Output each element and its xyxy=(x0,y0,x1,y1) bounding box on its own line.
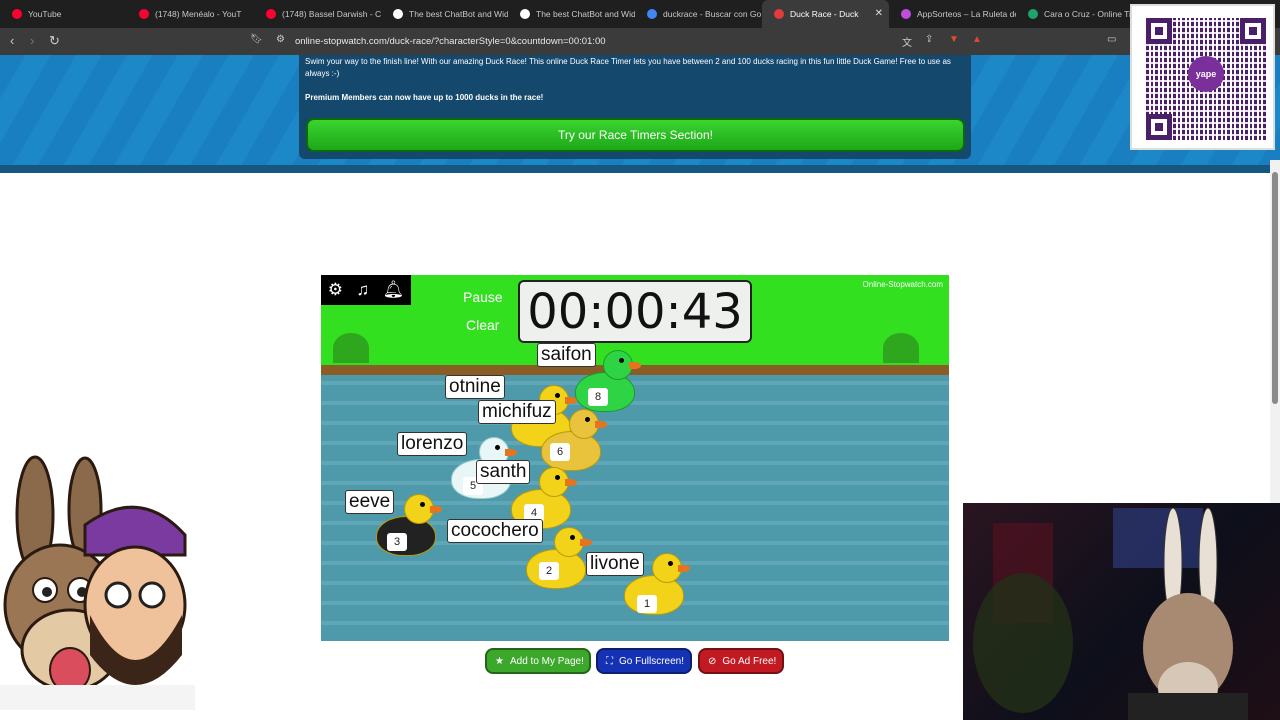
intro-text: Swim your way to the finish line! With o… xyxy=(305,57,951,78)
share-icon[interactable]: ⇪ xyxy=(925,34,933,45)
duck-number: 8 xyxy=(588,388,608,406)
tab-favicon-icon xyxy=(139,9,149,19)
bookmark-icon[interactable]: 🔖︎ xyxy=(250,34,263,45)
ad-free-button[interactable]: ⊘ Go Ad Free! xyxy=(698,648,784,674)
tab-5[interactable]: duckrace - Buscar con Go xyxy=(635,0,762,28)
tab-4[interactable]: The best ChatBot and Wid xyxy=(508,0,635,28)
site-info-icon[interactable]: ⚙︎ xyxy=(276,34,285,45)
duck-number: 3 xyxy=(387,533,407,551)
duck-name-tag: lorenzo xyxy=(397,432,468,456)
add-to-page-button[interactable]: ★ Add to My Page! xyxy=(485,648,591,674)
brave-shield-icon[interactable]: ▼ xyxy=(949,34,959,45)
pause-button[interactable]: Pause xyxy=(463,289,503,305)
duck-name-tag: otnine xyxy=(445,375,505,399)
duck-name-tag: saifon xyxy=(537,343,596,367)
fullscreen-icon: ⛶ xyxy=(606,655,613,667)
duck-name-tag: michifuz xyxy=(478,400,556,424)
tab-strip: YouTube (1748) Menéalo - YouT (1748) Basse… xyxy=(0,0,1280,28)
tab-label: Duck Race - Duck xyxy=(790,9,859,19)
sidebar-icon[interactable]: ▭ xyxy=(1107,34,1116,45)
qr-code: yape xyxy=(1130,4,1275,150)
fullscreen-button[interactable]: ⛶ Go Fullscreen! xyxy=(596,648,692,674)
yape-logo: yape xyxy=(1188,56,1224,92)
tab-favicon-icon xyxy=(520,9,530,19)
back-icon[interactable]: ‹ xyxy=(10,33,14,48)
no-ads-icon: ⊘ xyxy=(708,655,717,667)
tab-favicon-icon xyxy=(393,9,403,19)
tab-label: AppSorteos – La Ruleta de xyxy=(917,9,1016,19)
tab-label: duckrace - Buscar con Go xyxy=(663,9,762,19)
game-controls: ⚙ ♫ 🔔︎ xyxy=(321,275,411,305)
tab-label: The best ChatBot and Wid xyxy=(409,9,508,19)
duck-name-tag: santh xyxy=(476,460,531,484)
tab-favicon-icon xyxy=(647,9,657,19)
tab-label: (1748) Bassel Darwish - Cr xyxy=(282,9,381,19)
brand-logo: Online-Stopwatch.com xyxy=(862,280,943,289)
tab-0[interactable]: YouTube xyxy=(0,0,127,28)
duck-race-game[interactable]: ⚙ ♫ 🔔︎ Pause Clear 00:00:43 Online-Stopw… xyxy=(321,275,949,641)
bush xyxy=(333,333,369,363)
duck-name-tag: eeve xyxy=(345,490,395,514)
tab-1[interactable]: (1748) Menéalo - YouT xyxy=(127,0,254,28)
tab-3[interactable]: The best ChatBot and Wid xyxy=(381,0,508,28)
header-divider xyxy=(0,165,1280,173)
webcam-feed xyxy=(963,503,1280,720)
tab-2[interactable]: (1748) Bassel Darwish - Cr xyxy=(254,0,381,28)
close-tab-icon[interactable]: ✕ xyxy=(875,8,883,19)
tab-label: YouTube xyxy=(28,9,62,19)
premium-text: Premium Members can now have up to 1000 … xyxy=(305,93,544,102)
race-timer: 00:00:43 xyxy=(518,280,752,343)
star-icon: ★ xyxy=(495,655,504,667)
tab-label: The best ChatBot and Wid xyxy=(536,9,635,19)
rewards-icon[interactable]: ▲ xyxy=(972,34,982,45)
duck-name-tag: cocochero xyxy=(447,519,543,543)
streamer-mascot-illustration xyxy=(0,455,195,710)
reload-icon[interactable]: ↻ xyxy=(49,33,60,49)
tab-favicon-icon xyxy=(774,9,784,19)
forward-icon[interactable]: › xyxy=(30,33,34,48)
gear-icon[interactable]: ⚙ xyxy=(328,280,343,300)
tab-6[interactable]: Duck Race - Duck ✕ xyxy=(762,0,889,28)
tab-label: Cara o Cruz - Online Tira xyxy=(1044,9,1139,19)
clear-button[interactable]: Clear xyxy=(466,317,499,333)
duck-number: 1 xyxy=(637,595,657,613)
music-icon[interactable]: ♫ xyxy=(356,280,369,300)
bush xyxy=(883,333,919,363)
duck-name-tag: livone xyxy=(586,552,644,576)
tab-favicon-icon xyxy=(12,9,22,19)
race-timers-button[interactable]: Try our Race Timers Section! xyxy=(306,118,965,152)
sound-icon[interactable]: 🔔︎ xyxy=(383,280,405,300)
duck-number: 6 xyxy=(550,443,570,461)
url-text[interactable]: online-stopwatch.com/duck-race/?characte… xyxy=(295,36,606,47)
duck-number: 2 xyxy=(539,562,559,580)
tab-8[interactable]: Cara o Cruz - Online Tira xyxy=(1016,0,1143,28)
tab-favicon-icon xyxy=(901,9,911,19)
tab-label: (1748) Menéalo - YouT xyxy=(155,9,242,19)
tab-favicon-icon xyxy=(266,9,276,19)
tab-favicon-icon xyxy=(1028,9,1038,19)
tab-7[interactable]: AppSorteos – La Ruleta de xyxy=(889,0,1016,28)
address-bar: ‹ › ↻ 🔖︎ ⚙︎ online-stopwatch.com/duck-ra… xyxy=(0,28,1280,55)
translate-icon[interactable]: 文 xyxy=(902,34,912,49)
scrollbar-thumb[interactable] xyxy=(1272,172,1278,404)
